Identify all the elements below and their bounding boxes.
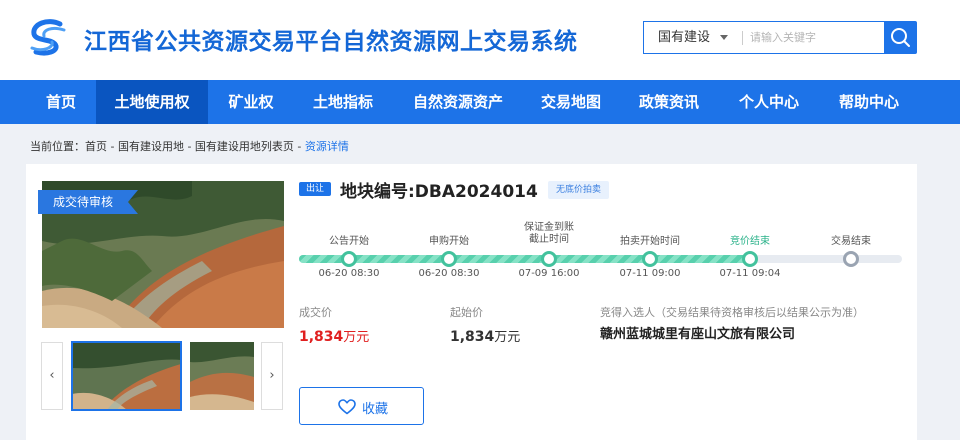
thumbnail-2[interactable] [190, 342, 254, 410]
winner-name: 赣州蓝城城里有座山文旅有限公司 [600, 327, 796, 342]
step-time-subscribe: 06-20 08:30 [418, 268, 480, 279]
step-label-subscribe: 申购开始 [429, 236, 469, 247]
nav-item-trade-map[interactable]: 交易地图 [528, 80, 614, 124]
timeline-progress [299, 255, 751, 263]
start-price-number: 1,834 [450, 329, 495, 345]
chevron-down-icon [720, 35, 728, 40]
favorite-label: 收藏 [362, 402, 389, 417]
step-dot-auction-start [642, 251, 658, 267]
favorite-button[interactable]: 收藏 [299, 387, 424, 425]
search-input[interactable] [750, 22, 882, 53]
step-label-deposit-deadline: 保证金到账 截止时间 [524, 222, 574, 245]
deal-price-number: 1,834 [299, 329, 344, 345]
search-icon [891, 28, 910, 47]
start-price-label: 起始价 [450, 306, 483, 319]
nav-item-mining-rights[interactable]: 矿业权 [212, 80, 290, 124]
step-label-auction-start: 拍卖开始时间 [620, 236, 680, 247]
step-dot-deposit-deadline [541, 251, 557, 267]
status-flag: 成交待审核 [38, 190, 138, 214]
nav-item-natural-resource-assets[interactable]: 自然资源资产 [398, 80, 518, 124]
thumb-prev-button[interactable]: ‹ [41, 342, 63, 410]
step-dot-trade-end [843, 251, 859, 267]
breadcrumb-path[interactable]: 首页 - 国有建设用地 - 国有建设用地列表页 - [85, 140, 305, 153]
nav-item-land-use-rights[interactable]: 土地使用权 [96, 80, 208, 124]
main-nav: 首页 土地使用权 矿业权 土地指标 自然资源资产 交易地图 政策资讯 个人中心 … [0, 80, 960, 124]
step-label-bidding-end: 竞价结束 [730, 236, 770, 247]
search-box: 国有建设 [643, 21, 885, 54]
thumbnail-1[interactable] [71, 341, 182, 411]
step-dot-announce [341, 251, 357, 267]
site-header: 江西省公共资源交易平台自然资源网上交易系统 国有建设 [0, 0, 960, 80]
breadcrumb-prefix: 当前位置： [30, 140, 85, 153]
step-label-announce: 公告开始 [329, 236, 369, 247]
breadcrumb-current: 资源详情 [304, 140, 349, 153]
site-title[interactable]: 江西省公共资源交易平台自然资源网上交易系统 [84, 22, 578, 56]
lot-title: 地块编号:DBA2024014 [340, 182, 538, 202]
start-price-unit: 万元 [494, 330, 521, 345]
start-price-value: 1,834万元 [450, 326, 520, 345]
nav-item-policy-news[interactable]: 政策资讯 [626, 80, 712, 124]
search-button[interactable] [884, 21, 917, 54]
deal-price-unit: 万元 [343, 330, 370, 345]
step-dot-subscribe [441, 251, 457, 267]
breadcrumb: 当前位置：首页 - 国有建设用地 - 国有建设用地列表页 - 资源详情 [30, 138, 349, 154]
heart-icon [338, 399, 356, 415]
step-time-announce: 06-20 08:30 [318, 268, 380, 279]
step-label-trade-end: 交易结束 [831, 236, 871, 247]
reserve-tag: 无底价拍卖 [548, 181, 610, 199]
deal-price-label: 成交价 [299, 306, 332, 319]
search-category-value: 国有建设 [658, 30, 711, 45]
step-dot-bidding-end [742, 251, 758, 267]
step-time-auction-start: 07-11 09:00 [619, 268, 681, 279]
nav-item-land-quota[interactable]: 土地指标 [298, 80, 388, 124]
thumb-next-button[interactable]: › [261, 342, 283, 410]
logo-icon[interactable] [26, 18, 70, 60]
chevron-left-icon: ‹ [49, 368, 55, 383]
winner-label: 竞得入选人（交易结果待资格审核后以结果公示为准） [600, 306, 864, 319]
deal-price-value: 1,834万元 [299, 326, 369, 345]
step-time-deposit-deadline: 07-09 16:00 [518, 268, 580, 279]
nav-item-home[interactable]: 首页 [28, 80, 94, 124]
search-divider [742, 31, 743, 45]
search-category-select[interactable]: 国有建设 [644, 22, 744, 53]
step-time-bidding-end: 07-11 09:04 [719, 268, 781, 279]
sale-type-tag: 出让 [299, 182, 331, 196]
nav-item-help-center[interactable]: 帮助中心 [826, 80, 912, 124]
chevron-right-icon: › [269, 368, 275, 383]
nav-item-personal-center[interactable]: 个人中心 [726, 80, 812, 124]
